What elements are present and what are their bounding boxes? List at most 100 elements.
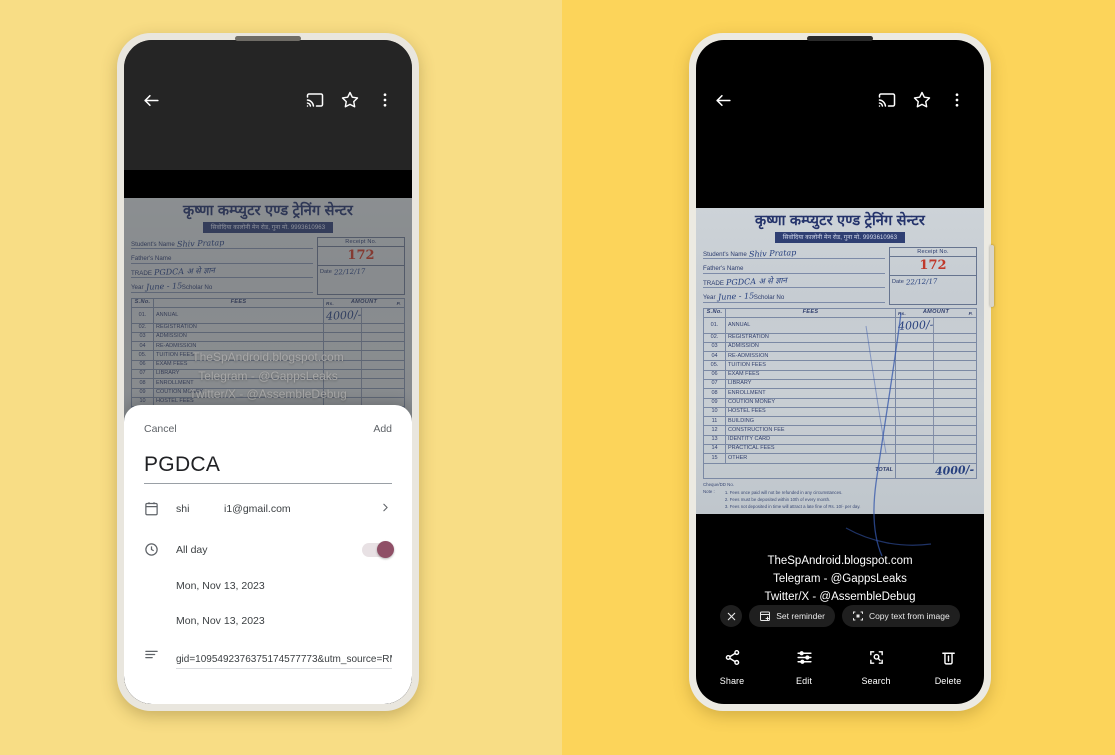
terms-item: Fees not deposited in time will attract … bbox=[730, 504, 861, 511]
fees-row: 02. REGISTRATION bbox=[703, 332, 977, 343]
right-phone-frame: कृष्णा कम्प्युटर एण्ड ट्रेनिंग सेन्टर सि… bbox=[689, 33, 994, 711]
cancel-button[interactable]: Cancel bbox=[144, 423, 177, 435]
fees-row-sno: 10 bbox=[703, 406, 726, 418]
more-vertical-icon[interactable] bbox=[372, 87, 398, 113]
fees-row-label: COUTION MONEY bbox=[725, 397, 896, 408]
total-label: TOTAL bbox=[703, 462, 896, 479]
receipt-no-label: Receipt No. bbox=[890, 248, 976, 257]
cast-icon[interactable] bbox=[874, 87, 900, 113]
calendar-add-icon bbox=[759, 610, 771, 622]
note-label: Note : bbox=[703, 489, 715, 495]
all-day-row[interactable]: All day bbox=[144, 533, 394, 566]
action-delete-button[interactable]: Delete bbox=[912, 649, 984, 686]
cast-icon[interactable] bbox=[302, 87, 328, 113]
fees-row: 13IDENTITY CARD bbox=[703, 434, 977, 445]
all-day-label: All day bbox=[176, 543, 208, 556]
terms-item: Fees once paid will not be refunded in a… bbox=[730, 490, 861, 497]
chevron-right-icon[interactable] bbox=[379, 501, 392, 517]
calendar-account-email: i1@gmail.com bbox=[224, 502, 291, 515]
scholar-no-label: Scholar No bbox=[753, 294, 785, 302]
fees-row: 05. TUITION FEES bbox=[703, 360, 977, 371]
action-label: Share bbox=[719, 675, 745, 686]
star-icon[interactable] bbox=[337, 87, 363, 113]
fees-row-amount bbox=[895, 416, 977, 427]
trade-value: PGDCA अ से ज्ञान bbox=[725, 275, 788, 288]
fees-row: 15OTHER bbox=[703, 453, 977, 464]
chip-label: Set reminder bbox=[776, 611, 825, 621]
fees-row-amount bbox=[895, 378, 977, 390]
lens-search-icon bbox=[868, 649, 885, 671]
year-value: June - 15 bbox=[717, 291, 754, 303]
fees-row: 06 EXAM FEES bbox=[703, 369, 977, 381]
fees-row-amount bbox=[895, 434, 977, 445]
copy-text-chip[interactable]: Copy text from image bbox=[841, 605, 960, 627]
fees-row-amount bbox=[895, 369, 977, 381]
fees-row: 03 ADMISSION bbox=[703, 341, 977, 353]
receipt-title: कृष्णा कम्प्युटर एण्ड ट्रेनिंग सेन्टर bbox=[754, 213, 926, 229]
fees-row-amount bbox=[895, 351, 977, 362]
cheque-label: Cheque/DD No. bbox=[703, 481, 734, 487]
fees-rows-right: 01. ANNUAL 4000/- 02. REGISTRATION 03 ADMISSIO… bbox=[703, 317, 977, 464]
fees-row-label: TUITION FEES bbox=[725, 360, 896, 371]
fees-row: 12CONSTRUCTION FEE bbox=[703, 425, 977, 436]
action-search-button[interactable]: Search bbox=[840, 649, 912, 686]
receipt-date-label: Date bbox=[892, 278, 904, 285]
earpiece-speaker bbox=[235, 36, 301, 41]
edit-sliders-icon bbox=[796, 649, 813, 671]
notes-row[interactable]: gid=1095492376375174577773&utm_source=RM bbox=[144, 648, 392, 669]
fees-row: 01. ANNUAL 4000/- bbox=[703, 317, 977, 334]
total-amount: 4000/- bbox=[895, 462, 977, 479]
fees-table-right: S.No. FEES AMOUNT Rs. P. 01. ANNUAL 4000/-… bbox=[703, 307, 977, 479]
power-button[interactable] bbox=[990, 245, 994, 307]
back-arrow-icon[interactable] bbox=[710, 87, 736, 113]
student-name-label: Student's Name bbox=[703, 250, 747, 258]
action-label: Search bbox=[861, 675, 891, 686]
fees-row-sno: 14 bbox=[703, 443, 726, 455]
star-icon[interactable] bbox=[909, 87, 935, 113]
right-photo-viewer[interactable]: कृष्णा कम्प्युटर एण्ड ट्रेनिंग सेन्टर सि… bbox=[696, 208, 984, 623]
event-title-input[interactable]: PGDCA bbox=[144, 453, 392, 484]
set-reminder-chip[interactable]: Set reminder bbox=[749, 605, 835, 627]
col-amount: AMOUNT Rs. P. bbox=[895, 307, 977, 319]
trade-label: TRADE bbox=[703, 279, 724, 287]
notes-url-input[interactable]: gid=1095492376375174577773&utm_source=RM bbox=[176, 654, 392, 669]
fees-row-label: ENROLLMENT bbox=[725, 388, 896, 399]
calendar-icon bbox=[144, 501, 164, 516]
fees-row: 07 LIBRARY bbox=[703, 378, 977, 390]
action-label: Edit bbox=[796, 675, 812, 686]
calendar-account-row[interactable]: shi i1@gmail.com bbox=[144, 492, 392, 525]
fees-row-sno: 02. bbox=[703, 332, 726, 343]
earpiece-speaker-right bbox=[807, 36, 873, 41]
photo-action-bar: Share Edit Search Delete bbox=[696, 638, 984, 696]
fees-row-sno: 08 bbox=[703, 388, 726, 399]
action-label: Delete bbox=[934, 675, 962, 686]
fees-row-label: HOSTEL FEES bbox=[725, 406, 896, 418]
fees-row-sno: 13 bbox=[703, 434, 726, 445]
left-panel: कृष्णा कम्प्युटर एण्ड ट्रेनिंग सेन्टर सि… bbox=[0, 0, 562, 755]
action-edit-button[interactable]: Edit bbox=[768, 649, 840, 686]
all-day-toggle[interactable] bbox=[362, 540, 394, 558]
notes-icon bbox=[144, 648, 164, 669]
fees-row: 08 ENROLLMENT bbox=[703, 388, 977, 399]
fees-row-label: EXAM FEES bbox=[725, 369, 896, 381]
more-vertical-icon[interactable] bbox=[944, 87, 970, 113]
fees-row-sno: 15 bbox=[703, 453, 726, 464]
watermark-line-2: Telegram - @GappsLeaks bbox=[773, 572, 907, 585]
fees-row: 11BUILDING bbox=[703, 416, 977, 427]
end-date-row[interactable]: Mon, Nov 13, 2023 bbox=[144, 605, 392, 636]
action-share-button[interactable]: Share bbox=[696, 649, 768, 686]
fees-row: 14PRACTICAL FEES bbox=[703, 443, 977, 455]
terms-list: Fees once paid will not be refunded in a… bbox=[730, 490, 861, 510]
receipt-terms: Cheque/DD No. Note : Fees once paid will… bbox=[703, 482, 977, 510]
add-button[interactable]: Add bbox=[373, 423, 392, 435]
student-name-value: Shiv Pratap bbox=[748, 248, 797, 259]
left-phone-screen: कृष्णा कम्प्युटर एण्ड ट्रेनिंग सेन्टर सि… bbox=[124, 40, 412, 704]
back-arrow-icon[interactable] bbox=[138, 87, 164, 113]
fees-row-amount bbox=[895, 332, 977, 343]
left-phone-frame: कृष्णा कम्प्युटर एण्ड ट्रेनिंग सेन्टर सि… bbox=[117, 33, 419, 711]
dismiss-chip[interactable] bbox=[720, 605, 743, 627]
clock-icon bbox=[144, 542, 164, 557]
fees-row-label: REGISTRATION bbox=[725, 332, 896, 343]
start-date-row[interactable]: Mon, Nov 13, 2023 bbox=[144, 570, 392, 601]
chip-label: Copy text from image bbox=[868, 611, 950, 621]
